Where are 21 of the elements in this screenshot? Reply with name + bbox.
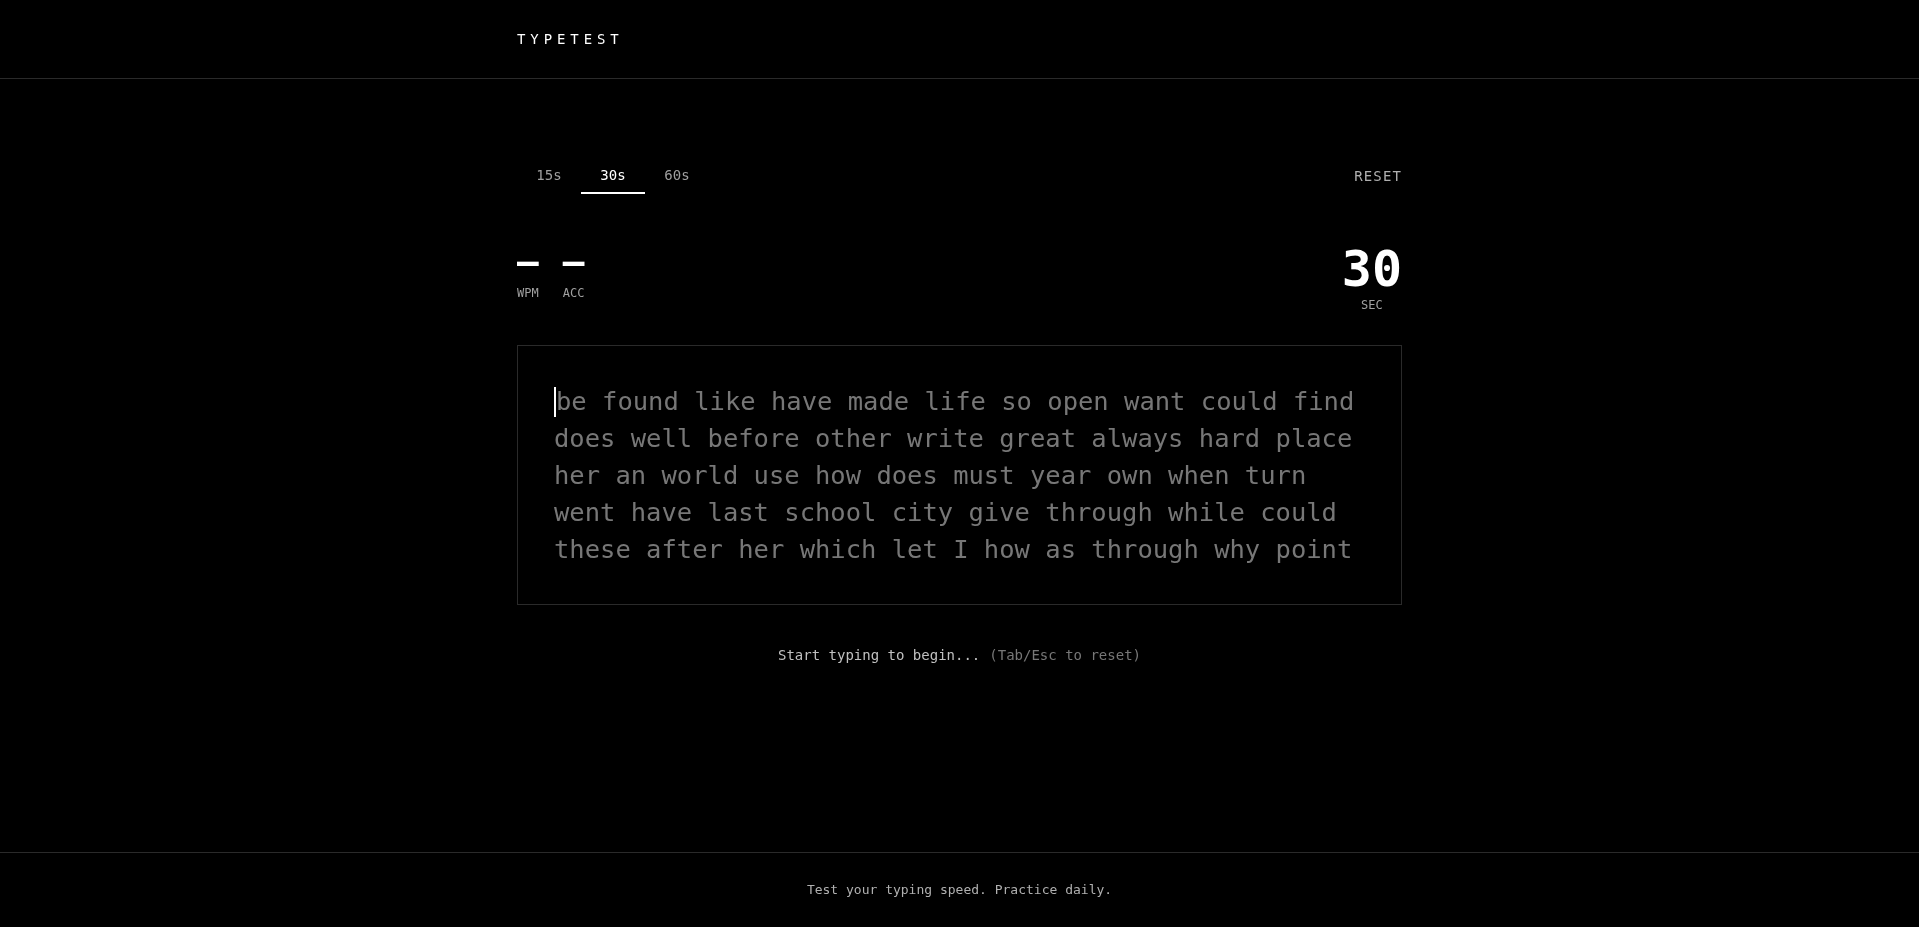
stat-label: WPM — [517, 285, 539, 302]
timer-value: 30 — [1341, 242, 1402, 296]
duration-tab[interactable]: 60s — [645, 159, 709, 194]
stat-value: — — [562, 242, 585, 282]
reset-button[interactable]: RESET — [1354, 166, 1402, 187]
word-line: be found like have made life so open want could find — [556, 385, 1355, 418]
word-line: does well before other write great always hard place — [554, 422, 1353, 455]
word-line: her an world use how does must year own when turn — [554, 459, 1307, 492]
start-hint: Start typing to begin... — [778, 646, 981, 665]
word-line: these after her which let I how as through why point — [554, 533, 1353, 566]
stat-label: ACC — [562, 285, 585, 302]
app-logo: TYPETEST — [517, 31, 624, 47]
stat-value: — — [517, 242, 539, 282]
footer-text: Test your typing speed. Practice daily. — [806, 881, 1113, 900]
duration-tab[interactable]: 15s — [517, 159, 581, 194]
text-cursor — [554, 386, 556, 417]
timer-label: SEC — [1361, 297, 1383, 314]
reset-hint: (Tab/Esc to reset) — [989, 646, 1141, 665]
duration-tab[interactable]: 30s — [581, 159, 645, 194]
typing-area[interactable] — [517, 345, 1402, 605]
word-line: went have last school city give through while could — [554, 496, 1337, 529]
